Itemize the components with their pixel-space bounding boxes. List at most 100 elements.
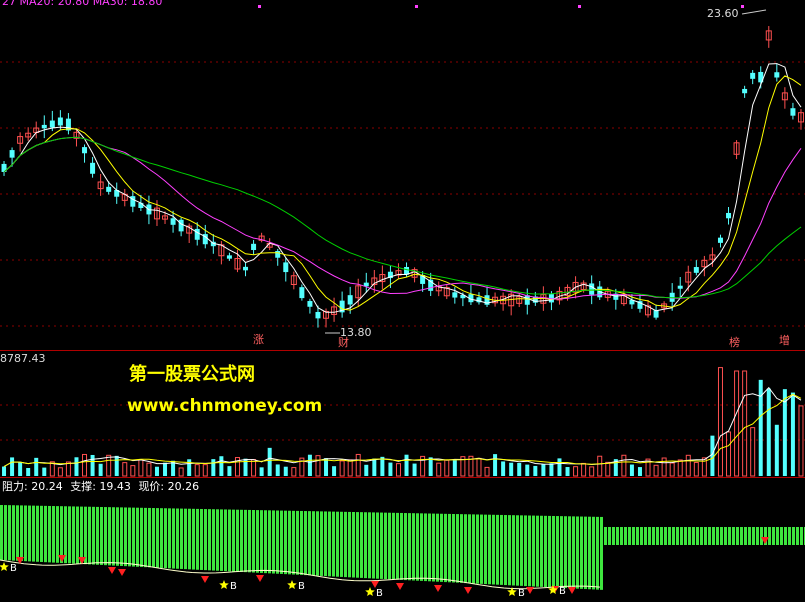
- indicator-bar: [396, 512, 399, 580]
- volume-bar-down: [34, 457, 39, 476]
- indicator-bar: [32, 505, 35, 562]
- indicator-bar: [304, 511, 307, 576]
- indicator-bar: [788, 527, 791, 545]
- volume-bar-down: [428, 457, 433, 476]
- indicator-bar: [768, 527, 771, 545]
- indicator-bar: [148, 507, 151, 568]
- volume-bar-up: [573, 466, 579, 477]
- volume-bar-up: [581, 462, 587, 477]
- indicator-bar: [348, 511, 351, 578]
- stock-chart-window: BBBBBB 27 MA20: 20.80 MA30: 18.80 23.60 …: [0, 0, 805, 602]
- indicator-bar: [684, 527, 687, 545]
- indicator-bar: [460, 514, 463, 583]
- indicator-bar: [124, 507, 127, 567]
- indicator-bar: [708, 527, 711, 545]
- volume-bar-up: [685, 454, 691, 477]
- indicator-bar: [576, 516, 579, 589]
- indicator-bar: [20, 505, 23, 561]
- volume-bar-up: [178, 467, 184, 477]
- indicator-bar: [556, 516, 559, 588]
- volume-bar-up: [202, 464, 208, 477]
- indicator-bar: [476, 514, 479, 584]
- volume-bar-down: [259, 467, 264, 476]
- volume-bar-up: [130, 465, 136, 477]
- candle-body-down: [299, 287, 305, 299]
- indicator-bar: [612, 527, 615, 545]
- indicator-bar: [500, 514, 503, 585]
- indicator-bar: [68, 506, 71, 564]
- indicator-bar: [288, 510, 291, 575]
- indicator-bar: [220, 509, 223, 571]
- sell-signal-marker: [108, 567, 116, 574]
- volume-bar-up: [597, 455, 603, 477]
- indicator-bar: [36, 505, 39, 562]
- indicator-bar: [80, 506, 83, 564]
- volume-bar-up: [798, 405, 804, 477]
- indicator-bar: [648, 527, 651, 545]
- volume-bar-down: [42, 467, 47, 476]
- indicator-bar: [512, 515, 515, 586]
- sell-signal-marker: [118, 569, 126, 576]
- indicator-bar: [584, 516, 587, 590]
- indicator-bar: [740, 527, 743, 545]
- volume-bar-up: [355, 453, 361, 477]
- indicator-bar: [416, 513, 419, 581]
- indicator-bar: [188, 508, 191, 570]
- indicator-bar: [40, 505, 43, 562]
- indicator-bar: [224, 509, 227, 572]
- indicator-bar: [444, 513, 447, 583]
- indicator-bar: [424, 513, 427, 582]
- indicator-bar: [4, 505, 7, 561]
- indicator-bar: [700, 527, 703, 545]
- indicator-bar: [776, 527, 779, 545]
- indicator-bar: [356, 512, 359, 578]
- indicator-bar: [592, 516, 595, 590]
- indicator-bar: [644, 527, 647, 545]
- indicator-bar: [536, 515, 539, 587]
- indicator-bar: [432, 513, 435, 582]
- sell-signal-marker: [464, 587, 472, 594]
- indicator-bar: [380, 512, 383, 579]
- volume-bar-up: [742, 370, 748, 477]
- candle-body-down: [251, 243, 257, 251]
- indicator-bar: [384, 512, 387, 580]
- indicator-bar: [364, 512, 367, 579]
- volume-bar-down: [364, 464, 369, 476]
- indicator-bar: [216, 509, 219, 571]
- indicator-bar: [540, 515, 543, 587]
- volume-bar-up: [734, 370, 740, 477]
- indicator-bar: [752, 527, 755, 545]
- candlesticks: [1, 26, 804, 328]
- candle-body-down: [9, 150, 15, 158]
- indicator-bar: [96, 506, 99, 565]
- indicator-bar: [472, 514, 475, 584]
- buy-star-marker: [287, 580, 297, 589]
- indicator-bar: [368, 512, 371, 579]
- indicator-bar: [772, 527, 775, 545]
- volume-bar-down: [211, 459, 216, 476]
- volume-bar-up: [750, 427, 756, 477]
- indicator-bar: [336, 511, 339, 577]
- volume-bar-down: [388, 462, 393, 476]
- volume-bar-down: [187, 459, 192, 476]
- candle-body-down: [275, 250, 281, 258]
- volume-bar-up: [339, 460, 345, 477]
- indicator-bar: [608, 527, 611, 545]
- indicator-bar: [76, 506, 79, 564]
- indicator-bar: [144, 507, 147, 568]
- indicator-bar: [488, 514, 491, 585]
- support-label: 支撑:: [70, 480, 96, 493]
- indicator-bar: [260, 510, 263, 573]
- candle-body-down: [790, 108, 796, 116]
- volume-averages: [3, 386, 802, 468]
- candle-body-down: [283, 262, 289, 273]
- volume-bar-down: [275, 464, 280, 476]
- indicator-bar: [728, 527, 731, 545]
- indicator-bar: [672, 527, 675, 545]
- indicator-bar: [508, 515, 511, 586]
- high-price-label: 23.60: [707, 7, 739, 20]
- volume-bar-down: [74, 457, 79, 476]
- volume-bar-up: [717, 367, 723, 477]
- indicator-bar: [588, 516, 591, 590]
- chart-canvas[interactable]: B B B B B B: [0, 0, 805, 602]
